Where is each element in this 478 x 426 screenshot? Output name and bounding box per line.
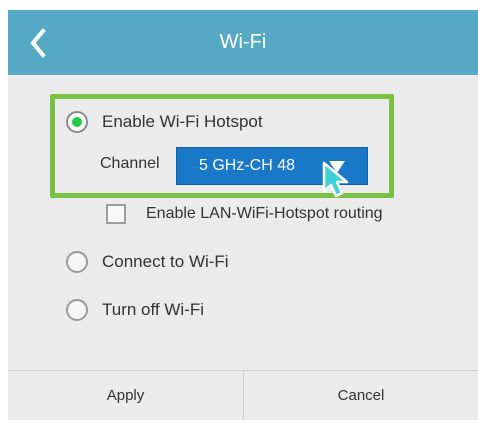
routing-label: Enable LAN-WiFi-Hotspot routing — [146, 205, 383, 222]
mouse-cursor-icon — [322, 161, 349, 198]
page-title: Wi-Fi — [219, 31, 267, 53]
cancel-button[interactable]: Cancel — [243, 371, 478, 420]
chevron-left-icon — [30, 28, 46, 58]
routing-checkbox[interactable] — [106, 204, 126, 224]
connect-radio[interactable] — [66, 251, 88, 273]
channel-value: 5 GHz-CH 48 — [199, 157, 296, 174]
wifi-settings-screen: Wi-Fi Enable Wi-Fi Hotspot Enable LAN-Wi… — [8, 10, 478, 420]
apply-button[interactable]: Apply — [8, 371, 243, 420]
connect-wifi-option[interactable]: Connect to Wi-Fi — [66, 246, 229, 278]
routing-option[interactable]: Enable LAN-WiFi-Hotspot routing — [106, 202, 383, 226]
channel-label: Channel — [100, 155, 160, 172]
connect-label: Connect to Wi-Fi — [102, 252, 229, 271]
turn-off-radio[interactable] — [66, 299, 88, 321]
turn-off-label: Turn off Wi-Fi — [102, 300, 205, 319]
back-button[interactable] — [14, 18, 62, 68]
header-bar: Wi-Fi — [8, 10, 478, 75]
footer-bar: Apply Cancel — [8, 370, 478, 420]
turn-off-wifi-option[interactable]: Turn off Wi-Fi — [66, 294, 204, 326]
